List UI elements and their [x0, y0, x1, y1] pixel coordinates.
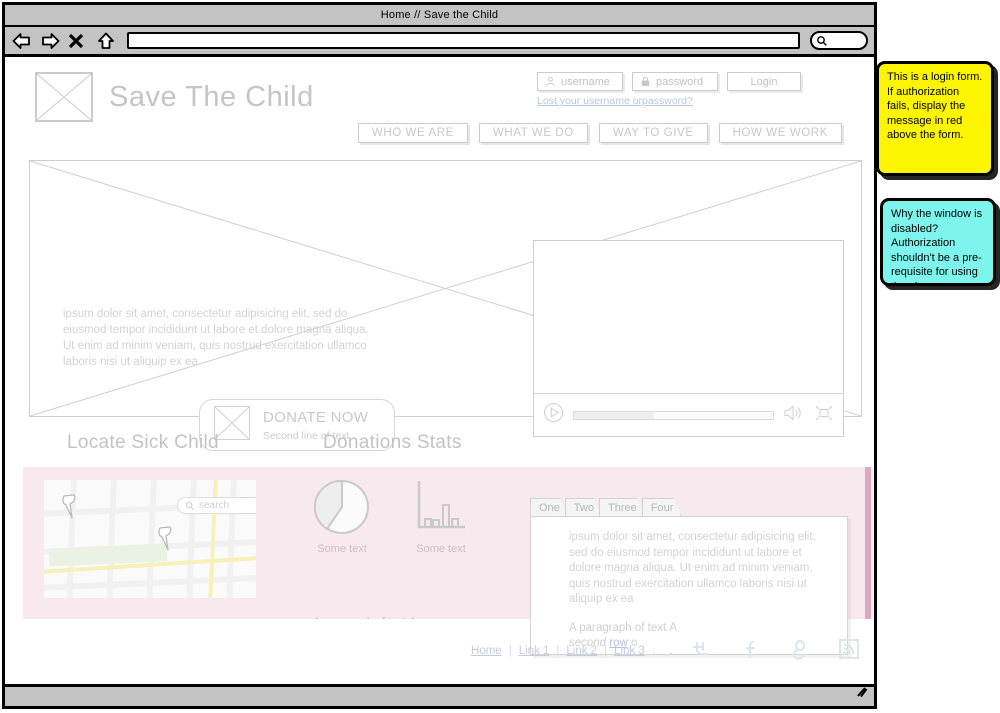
video-controls: [534, 394, 843, 436]
video-progress-bar[interactable]: [573, 410, 774, 420]
browser-titlebar: Home // Save the Child: [5, 5, 874, 27]
username-field[interactable]: username: [537, 72, 623, 91]
username-value: username: [561, 75, 610, 88]
browser-statusbar: [5, 684, 874, 706]
nav-item-way-to-give[interactable]: WAY TO GIVE: [598, 123, 708, 143]
pie-chart-icon: [314, 479, 369, 534]
rss-icon[interactable]: [838, 638, 860, 665]
footer-links: Home | Link 1 | Link 2 | Link 3: [471, 645, 645, 657]
tab-panel-p2-line1: A paragraph of text.A: [569, 621, 678, 634]
browser-search-input[interactable]: [810, 31, 868, 50]
screenshot-root: Home // Save the Child Save The Child us…: [0, 0, 1000, 713]
play-icon[interactable]: [543, 402, 564, 428]
login-fields-row: username password Login: [537, 72, 842, 91]
map-search-value: search: [199, 500, 230, 511]
video-player[interactable]: [533, 240, 844, 437]
image-placeholder-icon: [35, 72, 93, 122]
main-navigation: WHO WE ARE WHAT WE DO WAY TO GIVE HOW WE…: [357, 123, 842, 143]
section-title-stats: Donations Stats: [323, 432, 462, 453]
back-arrow-icon[interactable]: [11, 30, 33, 52]
close-x-icon[interactable]: [67, 30, 89, 52]
volume-icon[interactable]: [783, 404, 805, 427]
tab-panel-paragraph-1: ipsum dolor sit amet, consectetur adipis…: [569, 531, 816, 605]
section-title-locate: Locate Sick Child: [67, 432, 219, 453]
google-plus-icon[interactable]: [789, 638, 811, 665]
sticky-note-login[interactable]: This is a login form. If authorization f…: [876, 61, 994, 176]
page-title: Save The Child: [109, 80, 314, 113]
tab-panel: ipsum dolor sit amet, consectetur adipis…: [530, 516, 848, 655]
map-widget[interactable]: search: [44, 480, 256, 598]
tab-three[interactable]: Three: [599, 498, 645, 516]
page-footer: Home | Link 1 | Link 2 | Link 3: [5, 638, 874, 678]
map-pin-icon[interactable]: [154, 524, 178, 560]
forward-arrow-icon[interactable]: [39, 30, 61, 52]
nav-item-how-we-work[interactable]: HOW WE WORK: [718, 123, 842, 143]
map-search-input[interactable]: search: [177, 497, 256, 514]
home-icon[interactable]: [95, 30, 117, 52]
stats-paragraph-line1: A paragraph of text.A: [313, 616, 416, 619]
tab-two[interactable]: Two: [565, 498, 602, 516]
video-screen[interactable]: [534, 241, 843, 394]
lost-password-link[interactable]: Lost your username orpassword?: [537, 95, 693, 107]
nav-item-who-we-are[interactable]: WHO WE ARE: [357, 123, 468, 143]
browser-toolbar: [5, 27, 874, 57]
hero-body-text: ipsum dolor sit amet, consectetur adipis…: [63, 308, 369, 368]
login-form: username password Login Lost your userna…: [537, 72, 842, 109]
tab-four[interactable]: Four: [642, 498, 682, 516]
footer-link-2[interactable]: Link 2: [566, 645, 597, 657]
tab-one[interactable]: One: [530, 498, 568, 516]
search-icon: [817, 35, 827, 46]
tabstrip: One Two Three Four: [530, 496, 848, 516]
resize-grip-icon[interactable]: [854, 685, 868, 703]
donate-title: DONATE NOW: [263, 408, 369, 426]
hero-placeholder: ipsum dolor sit amet, consectetur adipis…: [29, 160, 862, 451]
twitter-icon[interactable]: [691, 638, 713, 665]
footer-link-3[interactable]: Link 3: [614, 645, 645, 657]
password-value: password: [656, 75, 704, 88]
footer-link-1[interactable]: Link 1: [519, 645, 550, 657]
bar-chart-widget: Some text: [413, 479, 469, 555]
bar-chart-label: Some text: [416, 543, 466, 555]
footer-separator: |: [604, 645, 608, 657]
tabs-widget: One Two Three Four ipsum dolor sit amet,…: [530, 496, 848, 655]
page-canvas: Save The Child username password Login L…: [5, 60, 874, 687]
login-button[interactable]: Login: [727, 72, 801, 91]
band-scrollbar[interactable]: [865, 467, 871, 619]
footer-link-home[interactable]: Home: [471, 645, 502, 657]
user-icon: [546, 76, 555, 86]
map-pin-icon[interactable]: [58, 492, 82, 528]
social-links: [691, 638, 860, 665]
browser-window: Home // Save the Child Save The Child us…: [2, 2, 877, 709]
video-progress-fill: [574, 411, 654, 419]
url-input[interactable]: [127, 32, 800, 49]
sticky-note-disabled[interactable]: Why the window is disabled? Authorizatio…: [880, 198, 996, 286]
pie-chart-widget: Some text: [314, 479, 370, 555]
lock-icon: [641, 76, 650, 87]
nav-item-what-we-do[interactable]: WHAT WE DO: [478, 123, 588, 143]
password-field[interactable]: password: [632, 72, 718, 91]
image-placeholder-icon: [214, 405, 250, 445]
bar-chart-icon: [417, 481, 465, 529]
fullscreen-icon[interactable]: [814, 404, 834, 427]
facebook-icon[interactable]: [740, 638, 762, 665]
stats-paragraph: A paragraph of text.A second row o f tex…: [313, 615, 503, 619]
site-branding: Save The Child: [35, 72, 314, 122]
footer-separator: |: [508, 645, 512, 657]
window-title: Home // Save the Child: [380, 9, 499, 21]
pie-chart-label: Some text: [317, 543, 367, 555]
footer-separator: |: [556, 645, 560, 657]
search-icon: [185, 501, 195, 510]
